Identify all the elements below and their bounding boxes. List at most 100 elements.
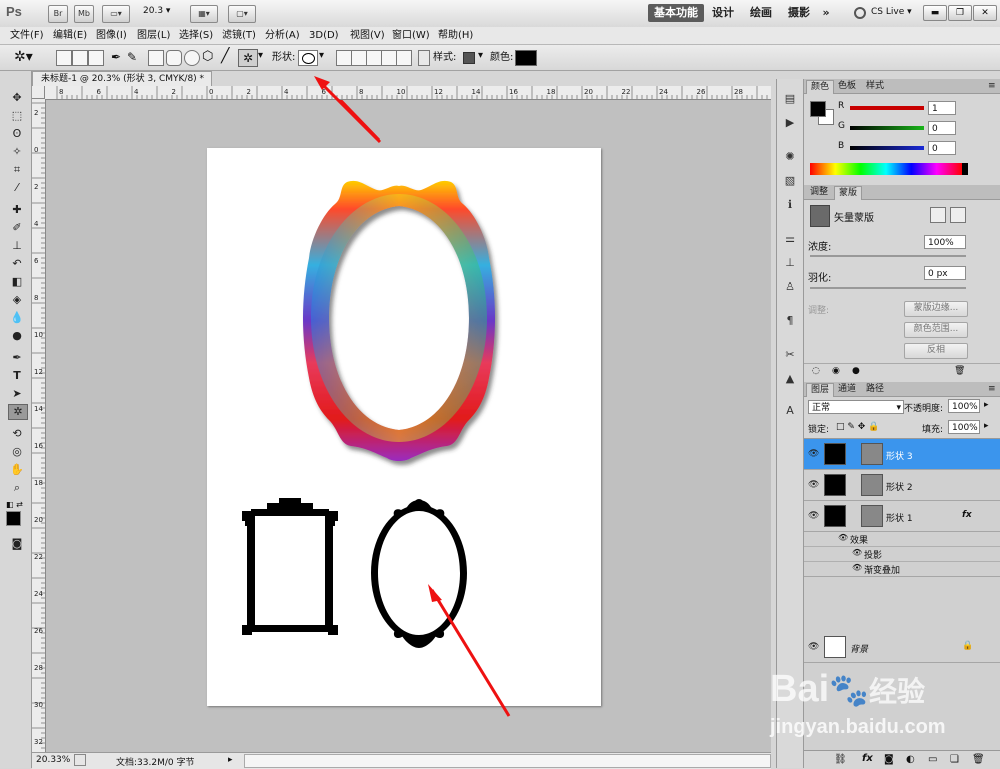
- horizontal-scrollbar[interactable]: [244, 754, 771, 768]
- arrange-documents-button[interactable]: ▦▾: [190, 5, 218, 23]
- menu-edit[interactable]: 编辑(E): [53, 28, 87, 43]
- menu-help[interactable]: 帮助(H): [438, 28, 473, 43]
- status-zoom[interactable]: 20.33%: [36, 755, 70, 765]
- load-selection-icon[interactable]: ◌: [812, 366, 820, 376]
- menu-layer[interactable]: 图层(L): [137, 28, 170, 43]
- layer-fill-thumbnail[interactable]: [824, 443, 846, 465]
- eraser-tool-icon[interactable]: ◧: [8, 275, 26, 289]
- character-panel-icon[interactable]: A: [781, 403, 799, 419]
- blur-tool-icon[interactable]: 💧: [8, 311, 26, 325]
- zoom-level-select[interactable]: 20.3 ▾: [143, 6, 183, 16]
- cs-live-button[interactable]: CS Live ▾: [871, 7, 912, 17]
- adjustment-layer-icon[interactable]: ◐: [906, 754, 915, 765]
- fill-pixels-button[interactable]: [88, 50, 104, 66]
- delete-layer-icon[interactable]: 🗑: [972, 754, 985, 765]
- effects-row[interactable]: 👁 效果: [804, 532, 1000, 547]
- lasso-tool-icon[interactable]: ʘ: [8, 127, 26, 141]
- foreground-swatch[interactable]: [810, 101, 826, 117]
- subtract-shape-area-icon[interactable]: [366, 50, 382, 66]
- add-style-icon[interactable]: fx: [862, 753, 873, 764]
- ruler-origin[interactable]: [32, 86, 45, 99]
- 3d-rotate-tool-icon[interactable]: ⟲: [8, 427, 26, 441]
- menu-view[interactable]: 视图(V): [350, 28, 385, 43]
- layer-row[interactable]: 👁 形状 3: [804, 439, 1000, 470]
- color-ramp[interactable]: [810, 163, 962, 175]
- exclude-overlap-icon[interactable]: [396, 50, 412, 66]
- layer-name[interactable]: 背景: [850, 642, 868, 655]
- vector-mask-thumbnail[interactable]: [861, 474, 883, 496]
- effect-row[interactable]: 👁 渐变叠加: [804, 562, 1000, 577]
- eye-icon[interactable]: 👁: [852, 548, 862, 557]
- restore-button[interactable]: ❐: [948, 5, 972, 21]
- fill-value[interactable]: 100%: [948, 420, 980, 434]
- 3d-panel-icon[interactable]: ✺: [781, 149, 799, 165]
- menu-file[interactable]: 文件(F): [10, 28, 44, 43]
- marquee-tool-icon[interactable]: ⬚: [8, 109, 26, 123]
- opacity-value[interactable]: 100%: [948, 399, 980, 413]
- brush-presets-panel-icon[interactable]: ⚌: [781, 231, 799, 247]
- fill-arrow-icon[interactable]: ▸: [984, 421, 989, 431]
- intersect-shape-areas-icon[interactable]: [381, 50, 397, 66]
- layers-menu-icon[interactable]: ≡: [984, 383, 1000, 396]
- color-ramp-black[interactable]: [962, 163, 968, 175]
- workspace-design[interactable]: 设计: [708, 4, 738, 22]
- tab-swatches[interactable]: 色板: [834, 80, 860, 93]
- create-new-shape-layer-icon[interactable]: [336, 50, 352, 66]
- healing-brush-tool-icon[interactable]: ✚: [8, 203, 26, 217]
- new-layer-icon[interactable]: ❏: [950, 754, 959, 765]
- color-range-button[interactable]: 颜色范围...: [904, 322, 968, 338]
- shape-picker[interactable]: [298, 50, 318, 66]
- vertical-ruler[interactable]: 20246810121416182022242628303234: [32, 99, 46, 752]
- style-swatch[interactable]: [463, 52, 475, 64]
- eye-icon[interactable]: 👁: [808, 449, 819, 459]
- quick-selection-tool-icon[interactable]: ✧: [8, 145, 26, 159]
- freeform-pen-icon[interactable]: ✎: [127, 50, 137, 64]
- shape-layers-button[interactable]: [56, 50, 72, 66]
- disable-mask-icon[interactable]: ●: [852, 366, 860, 376]
- clone-stamp-tool-icon[interactable]: ⊥: [8, 239, 26, 253]
- horizontal-ruler[interactable]: 8 6 4 2 0 2 4 6 8 10 12 14 16 18 20 22 24 26 28: [45, 86, 771, 100]
- shape-picker-arrow-icon[interactable]: ▾: [319, 50, 324, 61]
- paths-button[interactable]: [72, 50, 88, 66]
- zoom-tool-icon[interactable]: ⌕: [8, 481, 26, 495]
- blue-value[interactable]: 0: [928, 141, 956, 155]
- tab-styles[interactable]: 样式: [862, 80, 888, 93]
- eyedropper-tool-icon[interactable]: ⁄: [8, 181, 26, 195]
- path-selection-tool-icon[interactable]: ➤: [8, 387, 26, 401]
- bridge-button[interactable]: Br: [48, 5, 68, 23]
- navigator-panel-icon[interactable]: ▧: [781, 173, 799, 189]
- custom-shape-tool-icon[interactable]: ✲: [238, 49, 258, 67]
- history-brush-tool-icon[interactable]: ↶: [8, 257, 26, 271]
- layer-fill-thumbnail[interactable]: [824, 505, 846, 527]
- layer-name[interactable]: 形状 1: [886, 511, 913, 524]
- layer-row[interactable]: 👁 形状 1 fx: [804, 501, 1000, 532]
- link-style-icon[interactable]: [418, 50, 430, 66]
- fx-badge[interactable]: fx: [962, 510, 972, 520]
- crop-tool-icon[interactable]: ⌗: [8, 163, 26, 177]
- blue-slider[interactable]: [850, 146, 924, 150]
- pixel-mask-icon[interactable]: [930, 207, 946, 223]
- screen-mode-button[interactable]: ▢▾: [228, 5, 256, 23]
- layer-row[interactable]: 👁 形状 2: [804, 470, 1000, 501]
- type-tool-icon[interactable]: T: [8, 369, 26, 383]
- brush-tool-icon[interactable]: ✐: [8, 221, 26, 235]
- menu-select[interactable]: 选择(S): [179, 28, 213, 43]
- menu-analysis[interactable]: 分析(A): [265, 28, 300, 43]
- blend-mode-select[interactable]: 正常 ▾: [808, 400, 904, 414]
- eye-icon[interactable]: 👁: [838, 533, 848, 542]
- feather-value[interactable]: 0 px: [924, 266, 966, 280]
- minimize-button[interactable]: ▬: [923, 5, 947, 21]
- close-button[interactable]: ✕: [973, 5, 997, 21]
- eye-icon[interactable]: 👁: [852, 563, 862, 572]
- new-group-icon[interactable]: ▭: [928, 754, 937, 765]
- delete-mask-icon[interactable]: 🗑: [954, 366, 965, 376]
- tool-preset-picker-icon[interactable]: ✲▾: [14, 49, 33, 65]
- red-value[interactable]: 1: [928, 101, 956, 115]
- mini-bridge-button[interactable]: Mb: [74, 5, 94, 23]
- menu-image[interactable]: 图像(I): [96, 28, 127, 43]
- eye-icon[interactable]: 👁: [808, 642, 819, 652]
- tab-layers[interactable]: 图层: [806, 383, 835, 397]
- workspace-painting[interactable]: 绘画: [746, 4, 776, 22]
- status-info-icon[interactable]: [74, 754, 86, 766]
- density-slider[interactable]: [810, 255, 966, 257]
